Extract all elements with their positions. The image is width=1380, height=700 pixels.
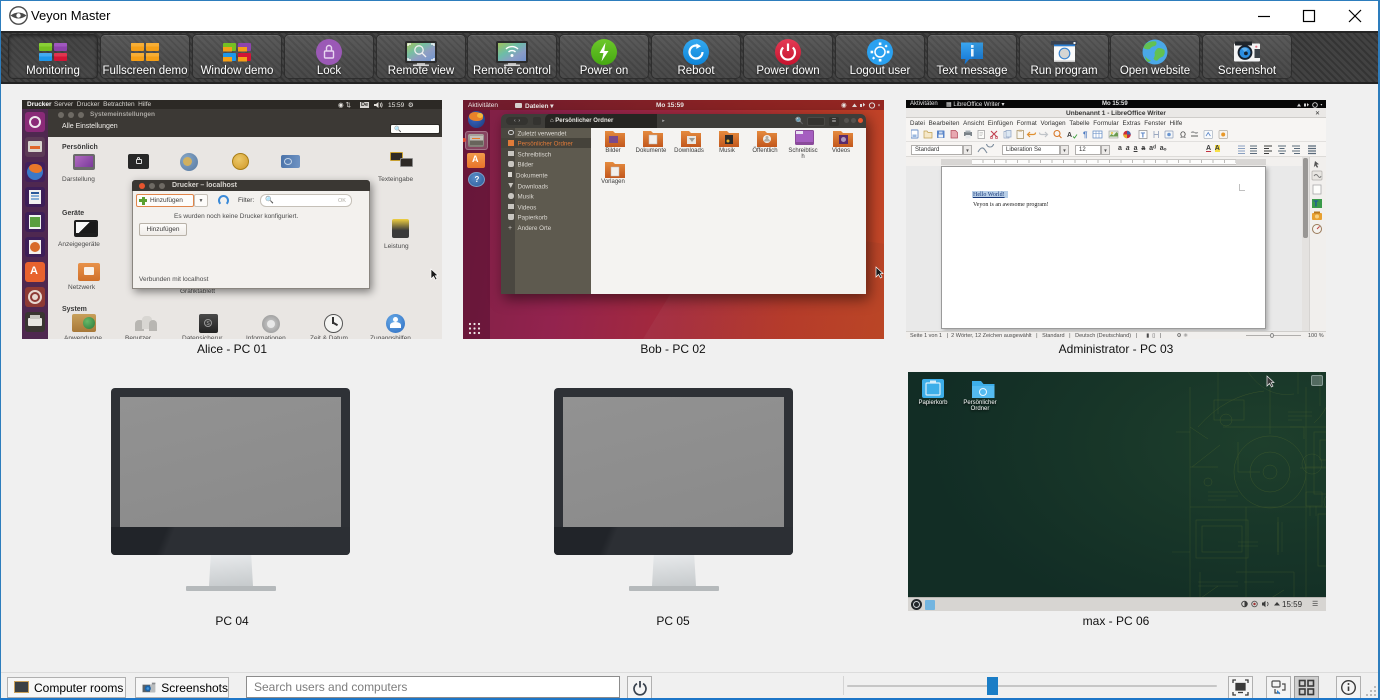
svg-text:Ω: Ω bbox=[1180, 131, 1186, 140]
svg-text:T: T bbox=[1314, 200, 1319, 209]
svg-text:A: A bbox=[1067, 132, 1072, 139]
svg-text:¶: ¶ bbox=[1083, 131, 1088, 140]
svg-text:T: T bbox=[1141, 132, 1146, 139]
